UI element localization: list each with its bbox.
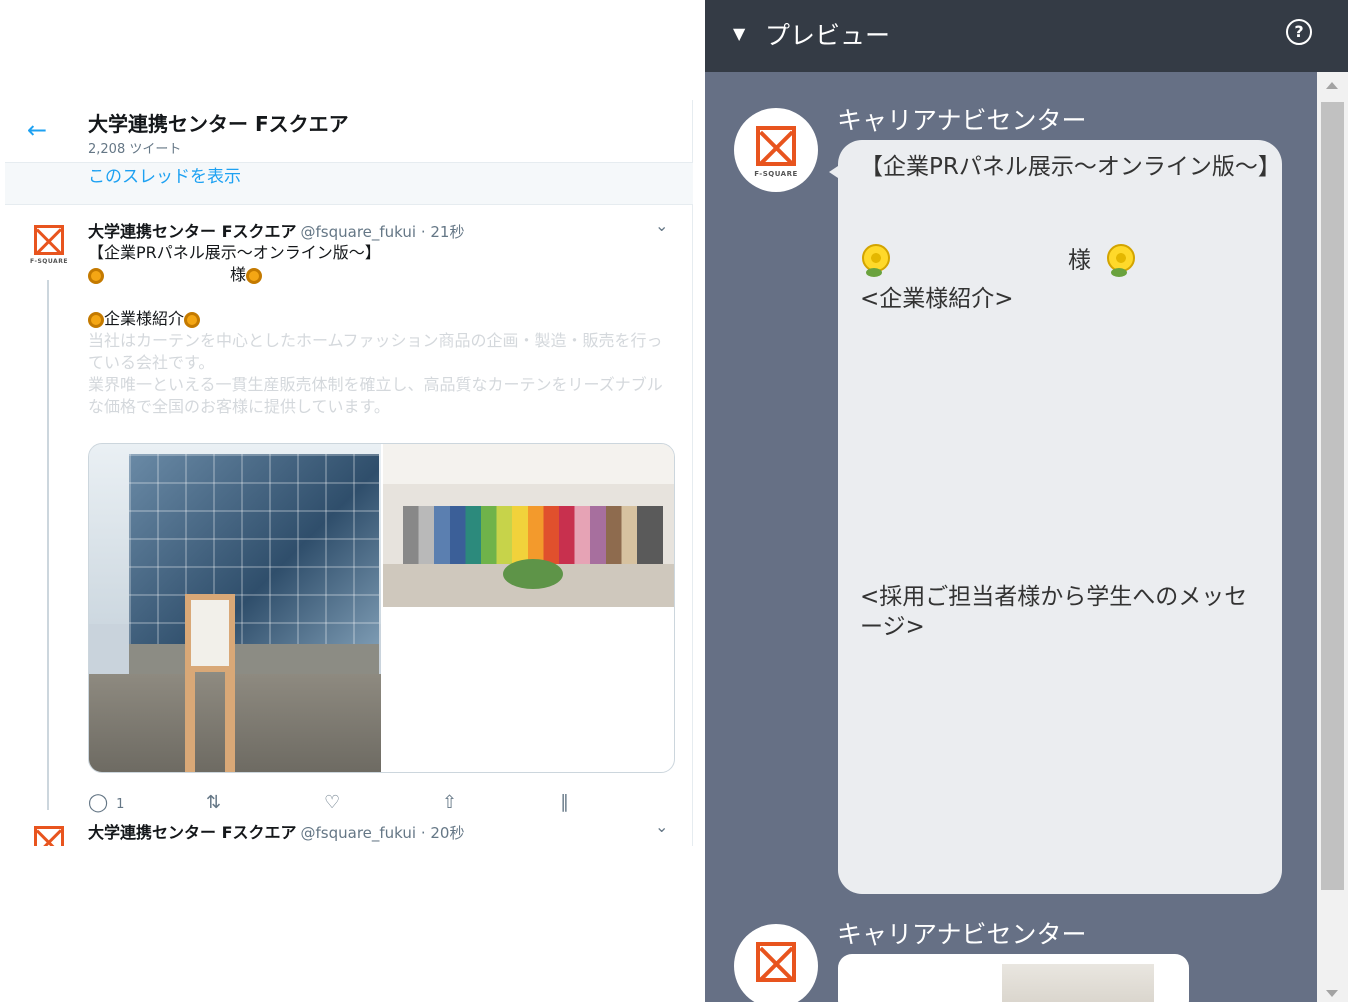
tweet-author[interactable]: 大学連携センター Fスクエア	[88, 222, 297, 241]
fsquare-logo-icon	[756, 126, 796, 166]
scrollbar-thumb[interactable]	[1321, 102, 1344, 890]
column-divider	[692, 100, 693, 846]
logo-caption: F-SQUARE	[754, 170, 798, 178]
scroll-down-icon[interactable]	[1326, 990, 1338, 997]
logo-caption: F-SQUARE	[30, 258, 68, 265]
message-title: 【企業PRパネル展示〜オンライン版〜】	[860, 154, 1281, 180]
tweet-header: 大学連携センター Fスクエア @fsquare_fukui · 21秒	[88, 218, 464, 242]
thread-line	[47, 280, 49, 810]
avatar: F-SQUARE	[734, 108, 818, 192]
tweet-actions: ◯ 1 ⇅ ♡ ⇧ ∥	[88, 793, 648, 817]
chevron-down-icon[interactable]: ⌄	[655, 216, 668, 235]
message-company-line: 様	[860, 244, 1270, 278]
arrow-left-icon[interactable]: ←	[27, 118, 47, 142]
tweet-handle-time[interactable]: @fsquare_fukui · 20秒	[301, 824, 465, 842]
analytics-icon[interactable]: ∥	[560, 793, 569, 813]
message-recruit: <採用ご担当者様から学生へのメッセージ>	[860, 584, 1248, 640]
tweet[interactable]: 大学連携センター Fスクエア @fsquare_fukui · 20秒 ⌄	[5, 815, 693, 846]
tweet-line-intro: 企業様紹介	[88, 308, 668, 330]
fsquare-logo-icon	[34, 826, 64, 846]
tweet-header: 大学連携センター Fスクエア @fsquare_fukui · 20秒	[88, 819, 464, 843]
twitter-panel: ← 大学連携センター Fスクエア 2,208 ツイート このスレッドを表示 F-…	[0, 0, 705, 1002]
flower-icon	[860, 244, 890, 278]
flower-icon	[1105, 244, 1135, 278]
show-thread-link[interactable]: このスレッドを表示	[88, 162, 241, 187]
sunflower-icon	[184, 311, 201, 328]
showroom-photo	[1002, 964, 1154, 1002]
building-photo[interactable]	[89, 444, 381, 772]
tweet-handle-time[interactable]: @fsquare_fukui · 21秒	[301, 223, 465, 241]
account-name: 大学連携センター Fスクエア	[88, 112, 349, 136]
tweet-line-company: 様	[88, 264, 668, 286]
fsquare-logo-icon	[34, 225, 64, 255]
tweet-media[interactable]	[88, 443, 675, 773]
avatar[interactable]: F-SQUARE	[27, 222, 71, 266]
tweet-description-2: 業界唯一といえる一貫生産販売体制を確立し、高品質なカーテンをリーズナブルな価格で…	[88, 375, 663, 416]
tweet-description-1: 当社はカーテンを中心としたホームファッション商品の企画・製造・販売を行っている会…	[88, 331, 663, 372]
sender-name: キャリアナビセンター	[837, 920, 1087, 949]
scroll-up-icon[interactable]	[1326, 82, 1338, 89]
message-intro: <企業様紹介>	[860, 286, 1014, 312]
avatar	[734, 924, 818, 1002]
caret-down-icon[interactable]: ▼	[733, 24, 745, 43]
retweet-icon[interactable]: ⇅	[206, 793, 221, 813]
help-icon[interactable]: ?	[1286, 19, 1312, 45]
sunflower-icon	[246, 267, 263, 284]
share-icon[interactable]: ⇧	[442, 793, 457, 813]
reply-button[interactable]: ◯ 1	[88, 793, 124, 815]
tweet-line-title: 【企業PRパネル展示〜オンライン版〜】	[88, 243, 381, 262]
preview-panel: ▼ プレビュー ? F-SQUARE キャリアナビセンター 【企業PRパネル展示…	[705, 0, 1348, 1002]
message-bubble: 【企業PRパネル展示〜オンライン版〜】 様 <企業様紹介> <採用ご担当者様から…	[829, 140, 1282, 894]
profile-header: ← 大学連携センター Fスクエア 2,208 ツイート	[5, 100, 693, 162]
like-icon[interactable]: ♡	[324, 793, 340, 813]
sunflower-icon	[88, 311, 104, 328]
showroom-photo[interactable]	[383, 444, 674, 607]
preview-header[interactable]: ▼ プレビュー ?	[705, 0, 1348, 72]
chevron-down-icon[interactable]: ⌄	[655, 817, 668, 836]
tweet-count: 2,208 ツイート	[88, 142, 182, 157]
sender-name: キャリアナビセンター	[837, 106, 1087, 135]
show-thread-bar[interactable]: このスレッドを表示	[5, 162, 693, 205]
tweet-text: 【企業PRパネル展示〜オンライン版〜】 様 企業様紹介 当社はカーテンを中心とし…	[88, 242, 668, 418]
image-message-bubble	[838, 954, 1189, 1002]
avatar[interactable]	[27, 823, 71, 846]
sunflower-icon	[88, 267, 104, 284]
fsquare-logo-icon	[756, 942, 796, 982]
tweet-author[interactable]: 大学連携センター Fスクエア	[88, 823, 297, 842]
scrollbar[interactable]	[1317, 72, 1348, 1002]
preview-title: プレビュー	[765, 21, 891, 50]
reply-icon: ◯	[88, 792, 109, 813]
